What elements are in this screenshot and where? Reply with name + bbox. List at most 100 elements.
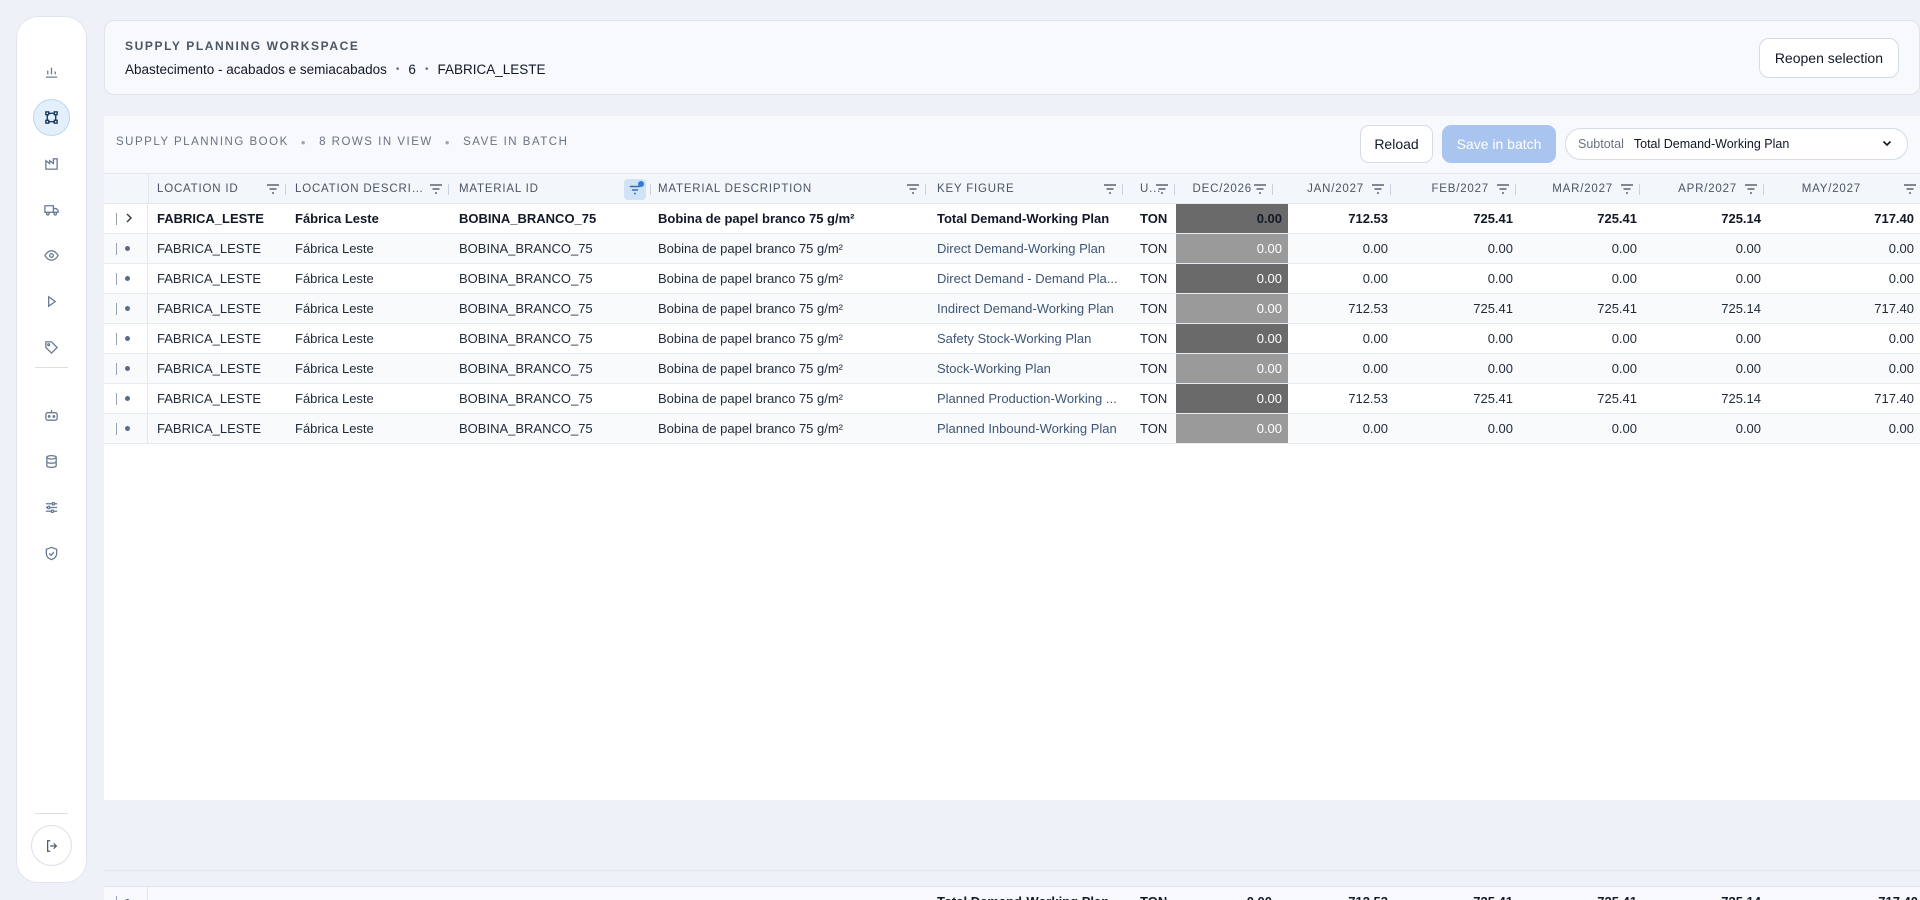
col-key-figure[interactable]: KEY FIGURE [937,174,1057,204]
cell-jan[interactable]: 0.00 [1280,414,1394,443]
cell-apr[interactable]: 725.14 [1648,384,1767,413]
table-row[interactable]: FABRICA_LESTE Fábrica Leste BOBINA_BRANCO_… [104,384,1920,414]
col-dec-2026[interactable]: DEC/2026 [1176,174,1258,204]
cell-feb[interactable]: 725.41 [1400,294,1519,323]
cell-dec[interactable]: 0.00 [1176,354,1288,383]
filter-icon[interactable] [1743,181,1759,197]
nav-run[interactable] [33,283,70,320]
cell-mar[interactable]: 725.41 [1524,294,1643,323]
filter-icon[interactable] [1102,181,1118,197]
table-row[interactable]: FABRICA_LESTE Fábrica Leste BOBINA_BRANCO_… [104,324,1920,354]
cell-dec[interactable]: 0.00 [1176,294,1288,323]
cell-mar[interactable]: 0.00 [1524,264,1643,293]
cell-feb[interactable]: 0.00 [1400,354,1519,383]
cell-mar[interactable]: 725.41 [1524,384,1643,413]
cell-feb[interactable]: 0.00 [1400,324,1519,353]
cell-apr[interactable]: 0.00 [1648,414,1767,443]
filter-icon[interactable] [1495,181,1511,197]
reopen-selection-button[interactable]: Reopen selection [1758,38,1899,78]
nav-security[interactable] [33,535,70,572]
filter-icon[interactable] [265,181,281,197]
col-feb-2027[interactable]: FEB/2027 [1400,174,1495,204]
filter-icon[interactable] [1902,181,1918,197]
cell-jan[interactable]: 712.53 [1280,204,1394,233]
cell-feb[interactable]: 0.00 [1400,264,1519,293]
cell-feb[interactable]: 725.41 [1400,384,1519,413]
cell-may[interactable]: 717.40 [1772,384,1920,413]
nav-tags[interactable] [33,329,70,366]
cell-dec[interactable]: 0.00 [1176,324,1288,353]
cell-may[interactable]: 717.40 [1772,294,1920,323]
col-location-id[interactable]: LOCATION ID [157,174,272,204]
cell-apr[interactable]: 0.00 [1648,354,1767,383]
col-location-desc[interactable]: LOCATION DESCRIP... [295,174,425,204]
cell-may[interactable]: 0.00 [1772,414,1920,443]
col-may-2027[interactable]: MAY/2027 [1772,174,1867,204]
chevron-right-icon[interactable] [122,211,136,225]
col-material-desc[interactable]: MATERIAL DESCRIPTION [658,174,838,204]
cell-apr[interactable]: 0.00 [1648,234,1767,263]
cell-jan[interactable]: 0.00 [1280,354,1394,383]
col-jan-2027[interactable]: JAN/2027 [1280,174,1370,204]
col-apr-2027[interactable]: APR/2027 [1648,174,1743,204]
table-row[interactable]: FABRICA_LESTE Fábrica Leste BOBINA_BRANCO_… [104,354,1920,384]
nav-visibility[interactable] [33,237,70,274]
subtotal-select[interactable]: Subtotal Total Demand-Working Plan [1565,128,1908,160]
col-label: MAY/2027 [1801,183,1861,195]
filter-icon[interactable] [1370,181,1386,197]
row-lead[interactable] [104,204,148,233]
filter-icon[interactable] [1252,181,1268,197]
cell-may[interactable]: 0.00 [1772,264,1920,293]
filter-icon[interactable] [1154,181,1170,197]
cell-dec[interactable]: 0.00 [1176,234,1288,263]
row-lead [104,354,148,383]
table-row[interactable]: FABRICA_LESTE Fábrica Leste BOBINA_BRANCO_… [104,294,1920,324]
reload-button[interactable]: Reload [1360,125,1433,163]
cell-feb[interactable]: 725.41 [1400,204,1519,233]
cell-jan[interactable]: 0.00 [1280,264,1394,293]
col-divider [1515,184,1516,195]
table-row[interactable]: FABRICA_LESTE Fábrica Leste BOBINA_BRANCO_… [104,234,1920,264]
table-row[interactable]: FABRICA_LESTE Fábrica Leste BOBINA_BRANCO_… [104,414,1920,444]
cell-dec[interactable]: 0.00 [1176,264,1288,293]
table-row[interactable]: FABRICA_LESTE Fábrica Leste BOBINA_BRANCO_… [104,264,1920,294]
col-material-id[interactable]: MATERIAL ID [459,174,579,204]
cell-apr[interactable]: 725.14 [1648,204,1767,233]
cell-jan[interactable]: 712.53 [1280,294,1394,323]
nav-network[interactable] [33,99,70,136]
logout-button[interactable] [31,825,72,866]
cell-dec[interactable]: 0.00 [1176,204,1288,233]
cell-jan[interactable]: 0.00 [1280,324,1394,353]
nav-factory[interactable] [33,145,70,182]
col-mar-2027[interactable]: MAR/2027 [1524,174,1619,204]
filter-icon[interactable] [905,181,921,197]
nav-database[interactable] [33,443,70,480]
cell-may[interactable]: 0.00 [1772,354,1920,383]
cell-jan[interactable]: 712.53 [1280,384,1394,413]
cell-apr[interactable]: 725.14 [1648,294,1767,323]
cell-mar[interactable]: 725.41 [1524,204,1643,233]
filter-active-toggle[interactable] [624,179,646,200]
filter-icon[interactable] [1619,181,1635,197]
cell-apr[interactable]: 0.00 [1648,324,1767,353]
nav-logistics[interactable] [33,191,70,228]
cell-feb[interactable]: 0.00 [1400,234,1519,263]
nav-analytics[interactable] [33,53,70,90]
table-row[interactable]: FABRICA_LESTE Fábrica Leste BOBINA_BRANCO_… [104,204,1920,234]
cell-dec[interactable]: 0.00 [1176,414,1288,443]
cell-mar[interactable]: 0.00 [1524,324,1643,353]
cell-jan[interactable]: 0.00 [1280,234,1394,263]
cell-apr[interactable]: 0.00 [1648,264,1767,293]
nav-robot[interactable] [33,397,70,434]
cell-may[interactable]: 0.00 [1772,324,1920,353]
cell-dec[interactable]: 0.00 [1176,384,1288,413]
cell-may[interactable]: 0.00 [1772,234,1920,263]
cell-mar[interactable]: 0.00 [1524,354,1643,383]
cell-may[interactable]: 717.40 [1772,204,1920,233]
cell-feb[interactable]: 0.00 [1400,414,1519,443]
cell-mar[interactable]: 0.00 [1524,234,1643,263]
cell-mar[interactable]: 0.00 [1524,414,1643,443]
filter-icon[interactable] [428,181,444,197]
nav-settings[interactable] [33,489,70,526]
save-in-batch-button[interactable]: Save in batch [1442,125,1556,163]
